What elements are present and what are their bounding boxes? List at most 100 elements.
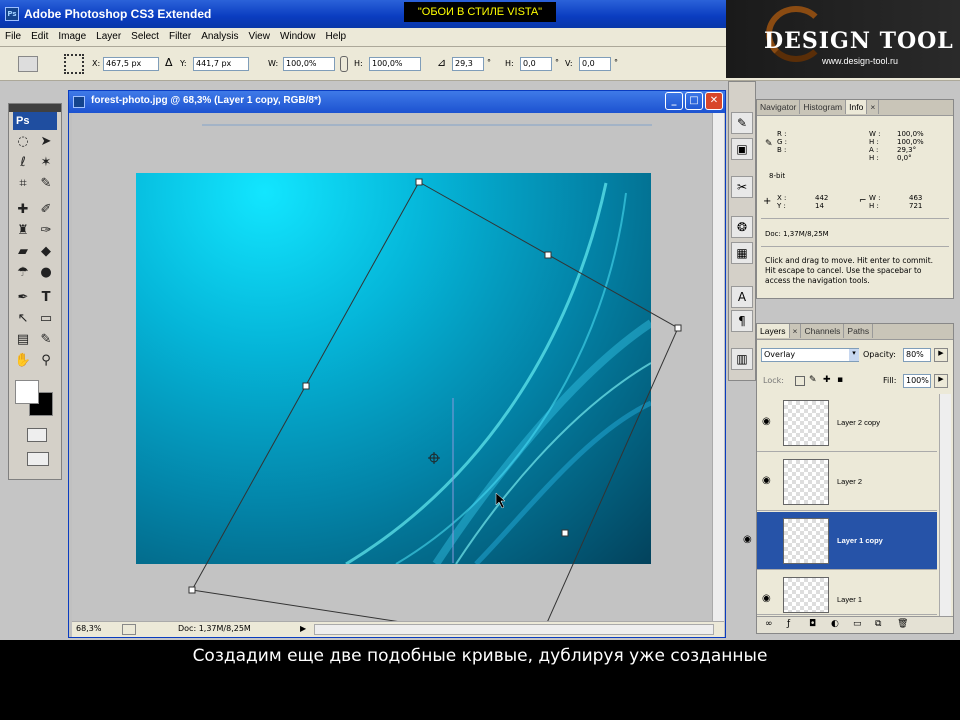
paragraph-panel-icon[interactable]: ¶ — [731, 310, 753, 332]
fill-field[interactable]: 100% — [903, 374, 931, 388]
paint-bucket-tool-icon[interactable]: ◆ — [36, 242, 56, 261]
horizontal-scrollbar[interactable] — [314, 624, 714, 635]
doc-minimize-icon[interactable]: _ — [665, 92, 683, 110]
hand-tool-icon[interactable]: ✋ — [13, 351, 33, 370]
healing-brush-tool-icon[interactable]: ✚ — [13, 200, 33, 219]
tab-navigator[interactable]: Navigator — [757, 100, 801, 114]
move-tool-icon[interactable]: ➤ — [36, 132, 56, 151]
character-panel-icon[interactable]: A — [731, 286, 753, 308]
actions-panel-icon[interactable]: ▥ — [731, 348, 753, 370]
brush-tool-icon[interactable]: ✐ — [36, 200, 56, 219]
pen-tool-icon[interactable]: ✒ — [13, 288, 33, 307]
layer-row-selected[interactable]: ◉ Layer 1 copy — [743, 512, 937, 570]
path-selection-tool-icon[interactable]: ↖ — [13, 309, 33, 328]
type-tool-icon[interactable]: T — [36, 288, 56, 307]
tab-channels[interactable]: Channels — [801, 324, 845, 338]
status-arrow-icon[interactable]: ▶ — [300, 624, 306, 633]
tool-preset-icon[interactable] — [18, 56, 38, 72]
layer-mask-icon[interactable]: ◘ — [809, 619, 816, 629]
layers-scrollbar[interactable] — [939, 394, 951, 616]
layer-row[interactable]: ◉ Layer 2 — [757, 453, 937, 511]
layers-tab-close-icon[interactable]: × — [790, 324, 802, 338]
reference-point-icon[interactable] — [64, 54, 84, 74]
eye-icon[interactable]: ◉ — [762, 593, 771, 604]
link-icon[interactable] — [340, 56, 348, 72]
layer-row[interactable]: ◉ Layer 1 — [757, 571, 937, 615]
eraser-tool-icon[interactable]: ▰ — [13, 242, 33, 261]
layer-style-icon[interactable]: ƒ — [787, 619, 790, 629]
menu-image[interactable]: Image — [53, 28, 91, 45]
delta-icon[interactable]: Δ — [165, 56, 173, 69]
shape-tool-icon[interactable]: ▭ — [36, 309, 56, 328]
menu-window[interactable]: Window — [275, 28, 321, 45]
menu-edit[interactable]: Edit — [26, 28, 53, 45]
vertical-scrollbar[interactable] — [712, 113, 724, 621]
blur-tool-icon[interactable]: ☂ — [13, 263, 33, 282]
toolbox-ps-logo[interactable]: Ps — [13, 112, 57, 130]
fill-slider-arrow-icon[interactable]: ▶ — [934, 374, 948, 388]
toolbox-header[interactable] — [9, 104, 61, 112]
color-sampler-tool-icon[interactable]: ✎ — [36, 330, 56, 349]
info-tab-close-icon[interactable]: × — [867, 100, 880, 114]
menu-analysis[interactable]: Analysis — [196, 28, 243, 45]
menu-file[interactable]: File — [0, 28, 26, 45]
x-position-field[interactable]: 467,5 px — [103, 57, 159, 71]
blend-dropdown-chevron-icon[interactable]: ▾ — [849, 349, 859, 361]
brushes-panel-icon[interactable]: ✎ — [731, 112, 753, 134]
menu-select[interactable]: Select — [126, 28, 164, 45]
tab-paths[interactable]: Paths — [844, 324, 874, 338]
menu-help[interactable]: Help — [321, 28, 352, 45]
tool-presets-icon[interactable]: ✂ — [731, 176, 753, 198]
document-titlebar[interactable]: forest-photo.jpg @ 68,3% (Layer 1 copy, … — [69, 91, 725, 113]
y-position-field[interactable]: 441,7 px — [193, 57, 249, 71]
history-brush-tool-icon[interactable]: ✑ — [36, 221, 56, 240]
marquee-tool-icon[interactable]: ◌ — [13, 132, 33, 151]
crop-tool-icon[interactable]: ⌗ — [13, 174, 33, 193]
doc-maximize-icon[interactable]: □ — [685, 92, 703, 110]
zoom-level[interactable]: 68,3% — [76, 624, 101, 633]
tab-info[interactable]: Info — [846, 100, 868, 114]
adjustment-layer-icon[interactable]: ◐ — [831, 619, 839, 629]
foreground-color-swatch[interactable] — [15, 380, 39, 404]
tab-histogram[interactable]: Histogram — [800, 100, 847, 114]
magic-wand-tool-icon[interactable]: ✶ — [36, 153, 56, 172]
vertical-skew-field[interactable]: 0,0 — [579, 57, 611, 71]
styles-panel-icon[interactable]: ❂ — [731, 216, 753, 238]
eye-icon[interactable]: ◉ — [743, 534, 752, 545]
height-field[interactable]: 100,0% — [369, 57, 421, 71]
dodge-tool-icon[interactable]: ● — [36, 263, 56, 282]
layer-row[interactable]: ◉ Layer 2 copy — [757, 394, 937, 452]
rotation-field[interactable]: 29,3 — [452, 57, 484, 71]
swatches-panel-icon[interactable]: ▦ — [731, 242, 753, 264]
eyedropper-tool-icon[interactable]: ✎ — [36, 174, 56, 193]
width-field[interactable]: 100,0% — [283, 57, 335, 71]
lock-position-icon[interactable]: ✚ — [823, 375, 831, 385]
transform-bounding-box[interactable] — [72, 113, 712, 621]
canvas-area[interactable] — [72, 113, 712, 621]
notes-tool-icon[interactable]: ▤ — [13, 330, 33, 349]
zoom-tool-icon[interactable]: ⚲ — [36, 351, 56, 370]
lock-image-icon[interactable]: ✎ — [809, 375, 817, 385]
lasso-tool-icon[interactable]: ℓ — [13, 153, 33, 172]
screen-mode-icon[interactable] — [27, 452, 49, 466]
quick-mask-icon[interactable] — [27, 428, 47, 442]
new-layer-icon[interactable]: ⧉ — [875, 619, 881, 629]
eye-icon[interactable]: ◉ — [762, 475, 771, 486]
layer-group-icon[interactable]: ▭ — [853, 619, 862, 629]
lock-all-icon[interactable]: ▪ — [837, 375, 843, 385]
trash-icon[interactable]: 🗑 — [897, 619, 908, 629]
opacity-slider-arrow-icon[interactable]: ▶ — [934, 348, 948, 362]
blend-mode-select[interactable]: Overlay — [761, 348, 859, 362]
opacity-field[interactable]: 80% — [903, 348, 931, 362]
eye-icon[interactable]: ◉ — [762, 416, 771, 427]
lock-transparency-icon[interactable] — [795, 376, 805, 386]
tab-layers[interactable]: Layers — [757, 324, 790, 338]
doc-close-icon[interactable]: ✕ — [705, 92, 723, 110]
status-icon[interactable] — [122, 624, 136, 635]
horizontal-skew-field[interactable]: 0,0 — [520, 57, 552, 71]
link-layers-icon[interactable]: ∞ — [765, 619, 773, 629]
menu-layer[interactable]: Layer — [91, 28, 126, 45]
clone-stamp-tool-icon[interactable]: ♜ — [13, 221, 33, 240]
history-panel-icon[interactable]: ▣ — [731, 138, 753, 160]
menu-view[interactable]: View — [243, 28, 275, 45]
